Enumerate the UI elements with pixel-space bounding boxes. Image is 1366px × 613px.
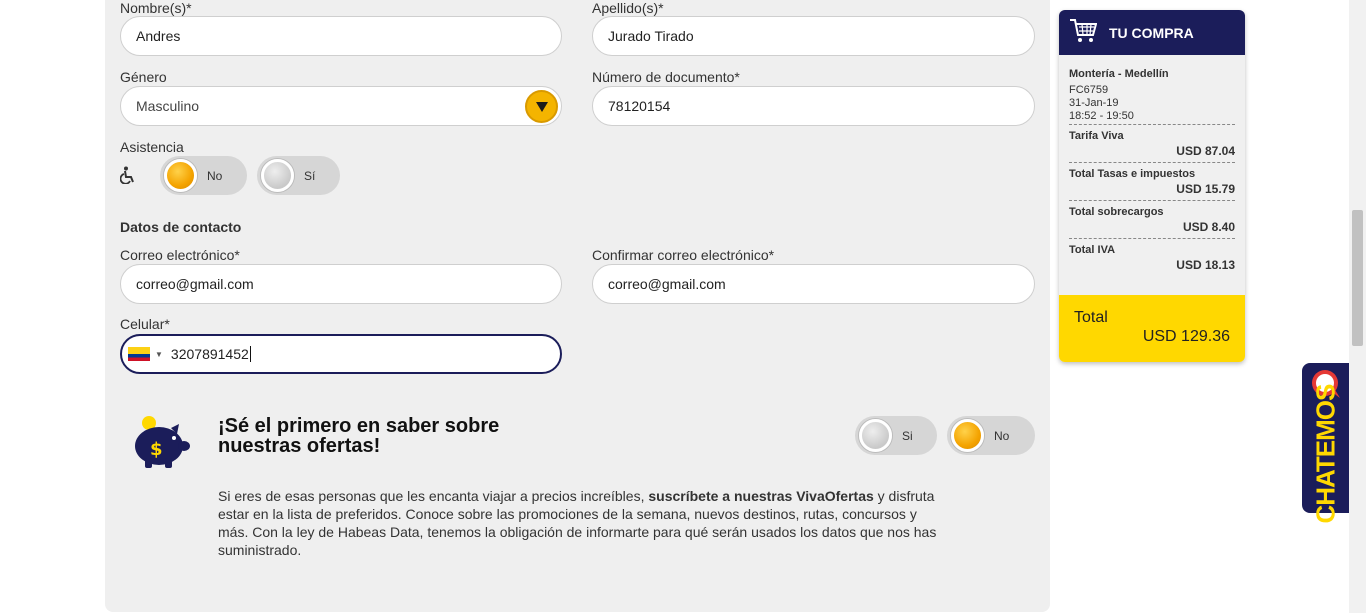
asistencia-no-label: No [207,168,223,183]
flight-number: FC6759 [1069,84,1109,96]
cost-row-value: USD 87.04 [1176,144,1235,158]
celular-value: 3207891452 [170,346,249,362]
wheelchair-icon [119,166,136,189]
scrollbar-thumb[interactable] [1352,210,1363,346]
documento-input[interactable]: 78120154 [592,86,1035,126]
nombres-input[interactable]: Andres [120,16,562,56]
chevron-down-icon[interactable] [525,90,558,123]
cost-row-value: USD 15.79 [1176,182,1235,196]
confirmar-correo-input[interactable]: correo@gmail.com [592,264,1035,304]
cost-row-label: Total IVA [1069,244,1116,256]
cost-row-value: USD 8.40 [1182,220,1235,234]
purchase-summary-title: TU COMPRA [1109,24,1194,41]
purchase-summary: TU COMPRA Montería - Medellín FC6759 31-… [1059,10,1245,362]
cost-row-label: Total Tasas e impuestos [1069,168,1196,180]
total-label: Total [1074,309,1108,326]
svg-text:$: $ [150,439,163,460]
cost-row: Total IVA USD 18.13 [1069,239,1235,276]
promo-description: Si eres de esas personas que les encanta… [218,487,943,559]
shopping-cart-icon [1069,18,1098,47]
piggy-bank-icon: $ [131,414,191,477]
radio-unselected-icon [261,159,294,192]
promo-no-label: No [994,428,1010,443]
asistencia-no-toggle[interactable]: No [160,156,247,195]
promo-text-bold: suscríbete a nuestras VivaOfertas [648,488,874,504]
chat-label: CHATEMOS [1310,384,1341,524]
flight-date: 31-Jan-19 [1069,97,1119,109]
radio-selected-icon [164,159,197,192]
confirmar-correo-label: Confirmar correo electrónico* [592,247,775,263]
chat-button[interactable]: CHATEMOS [1302,363,1349,524]
genero-selected-value: Masculino [136,98,200,114]
promo-si-label: Si [902,428,913,443]
text-cursor [249,346,251,362]
cost-row: Tarifa Viva USD 87.04 [1069,125,1235,163]
genero-label: Género [120,69,167,85]
promo-si-toggle[interactable]: Si [855,416,937,455]
colombia-flag-icon[interactable] [128,347,150,361]
promo-title: ¡Sé el primero en saber sobre nuestras o… [218,415,500,457]
correo-label: Correo electrónico* [120,247,240,263]
correo-input[interactable]: correo@gmail.com [120,264,562,304]
apellidos-input[interactable]: Jurado Tirado [592,16,1035,56]
total-box: Total USD 129.36 [1059,295,1245,362]
genero-select[interactable]: Masculino [120,86,562,126]
cost-row: Total sobrecargos USD 8.40 [1069,201,1235,239]
contacto-section-title: Datos de contacto [120,219,242,235]
flight-route: Montería - Medellín [1069,68,1169,80]
asistencia-label: Asistencia [120,139,184,155]
flight-time: 18:52 - 19:50 [1069,110,1134,122]
promo-text-part: Si eres de esas personas que les encanta… [218,488,649,504]
radio-unselected-icon [859,419,892,452]
celular-label: Celular* [120,316,170,332]
total-value: USD 129.36 [1142,328,1230,345]
celular-input[interactable]: ▼ 3207891452 [120,334,562,374]
cost-row-label: Tarifa Viva [1069,130,1124,142]
asistencia-si-toggle[interactable]: Sí [257,156,340,195]
page-scrollbar[interactable] [1349,0,1366,613]
nombres-label: Nombre(s)* [120,0,192,16]
cost-row-value: USD 18.13 [1176,258,1235,272]
radio-selected-icon [951,419,984,452]
cost-row-label: Total sobrecargos [1069,206,1164,218]
asistencia-si-label: Sí [304,168,316,183]
promo-no-toggle[interactable]: No [947,416,1035,455]
documento-label: Número de documento* [592,69,740,85]
flight-info: Montería - Medellín FC6759 31-Jan-19 18:… [1069,63,1235,125]
purchase-summary-header: TU COMPRA [1059,10,1245,55]
apellidos-label: Apellido(s)* [592,0,664,16]
caret-down-icon[interactable]: ▼ [155,350,163,359]
cost-row: Total Tasas e impuestos USD 15.79 [1069,163,1235,201]
